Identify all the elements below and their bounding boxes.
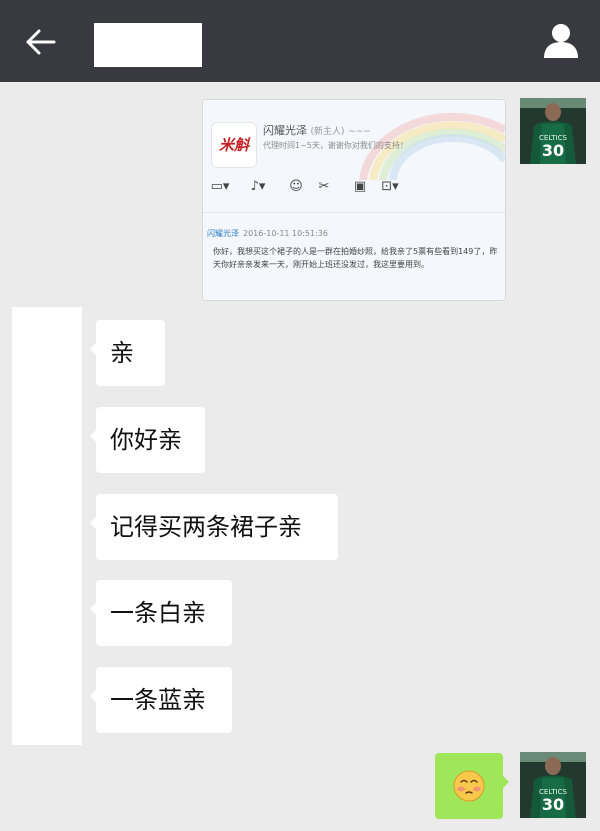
chat-title xyxy=(94,23,202,67)
screenshot-toolbar: ▭▾ ♪▾ ☺ ✂ ▣ ⊡▾ xyxy=(209,178,419,196)
shop-logo: 米斛 xyxy=(211,122,257,168)
message-text: 一条白亲 xyxy=(110,599,206,627)
contact-info-icon[interactable] xyxy=(540,20,582,62)
image-icon: ▣ xyxy=(353,179,367,194)
message-bubble[interactable]: 一条白亲 xyxy=(90,580,232,646)
shop-description: 代理时间1~5天，谢谢你对我们的支持！ xyxy=(263,141,408,150)
message-bubble[interactable]: 你好亲 xyxy=(90,407,205,473)
blushing-face-icon xyxy=(453,770,485,802)
message-bubble[interactable]: 记得买两条裙子亲 xyxy=(90,494,338,560)
shop-tag: (新主人) xyxy=(310,127,345,137)
back-arrow-icon[interactable] xyxy=(22,24,62,60)
message-text: 亲 xyxy=(110,339,134,367)
jersey-number: 30 xyxy=(542,141,564,160)
scissors-icon: ✂ xyxy=(318,179,330,194)
smiley-icon: ☺ xyxy=(289,179,303,194)
jersey-number: 30 xyxy=(542,795,564,814)
divider xyxy=(203,212,505,213)
screenshot-sender: 闪耀光泽 2016-10-11 10:51:36 xyxy=(207,229,328,238)
avatar[interactable]: CELTICS 30 xyxy=(520,98,586,164)
contact-avatar-placeholder xyxy=(12,307,82,745)
message-text: 一条蓝亲 xyxy=(110,686,206,714)
message-bubble[interactable]: 一条蓝亲 xyxy=(90,667,232,733)
message-text: 记得买两条裙子亲 xyxy=(110,513,302,541)
screenshot-icon: ⊡▾ xyxy=(381,179,399,194)
avatar[interactable]: CELTICS 30 xyxy=(520,752,586,818)
message-bubble[interactable]: 亲 xyxy=(90,320,165,386)
top-bar xyxy=(0,0,600,82)
sent-sticker-bubble[interactable] xyxy=(435,753,509,819)
screenshot-message: 你好，我想买这个裙子的人是一群在拍婚纱照，给我亲了5票有些看到149了，昨天你好… xyxy=(213,247,498,269)
shared-screenshot-bubble[interactable]: 米斛 闪耀光泽 (新主人) ~~~ 代理时间1~5天，谢谢你对我们的支持！ ▭▾… xyxy=(202,99,506,301)
message-text: 你好亲 xyxy=(110,426,182,454)
folder-icon: ▭▾ xyxy=(210,179,230,194)
shop-name: 闪耀光泽 (新主人) ~~~ xyxy=(263,124,371,137)
microphone-icon: ♪▾ xyxy=(250,179,266,194)
shop-suffix: ~~~ xyxy=(348,127,371,137)
